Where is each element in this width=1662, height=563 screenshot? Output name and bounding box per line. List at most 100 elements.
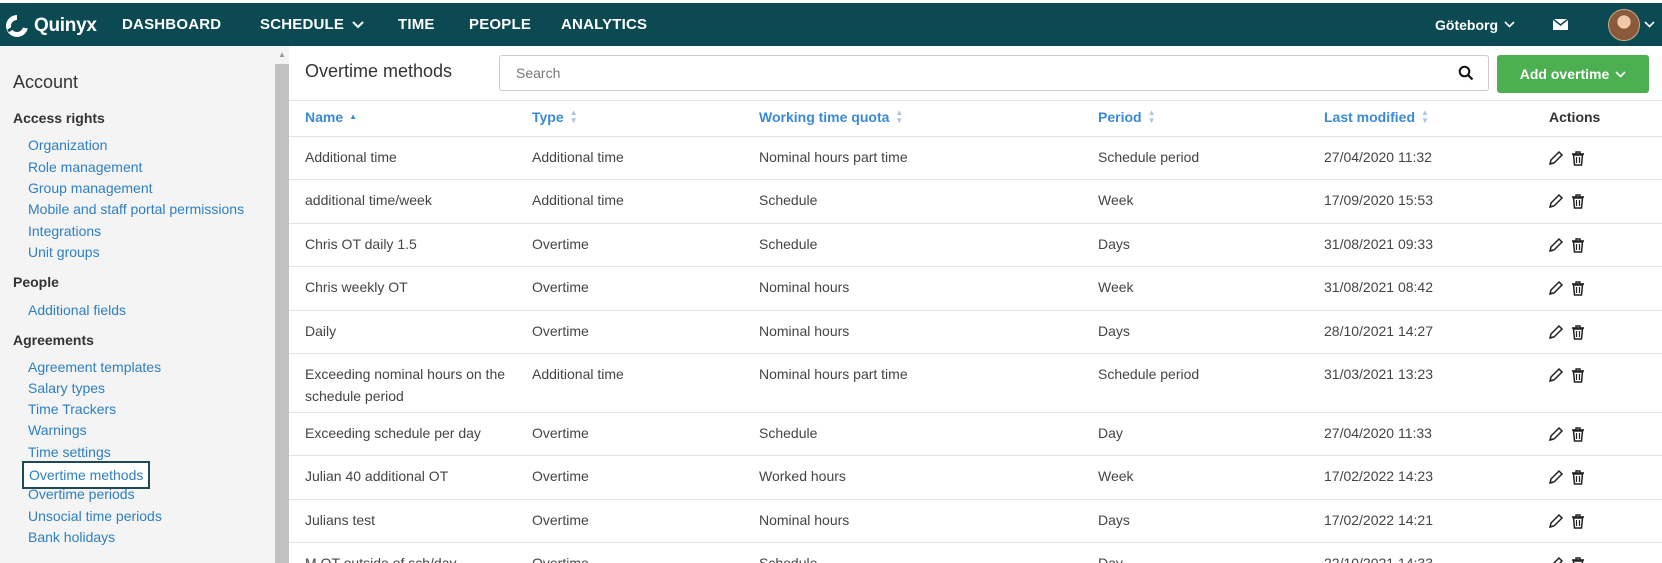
trash-icon[interactable] — [1570, 367, 1586, 383]
cell-working-time-quota: Nominal hours part time — [759, 149, 908, 165]
chevron-down-icon — [352, 20, 364, 28]
sidebar-item-time-trackers[interactable]: Time Trackers — [28, 401, 116, 417]
column-header-last-modified[interactable]: Last modified ▲ ▼ — [1324, 109, 1429, 126]
nav-time[interactable]: TIME — [398, 3, 435, 46]
table-row[interactable]: Additional time Additional time Nominal ho… — [289, 136, 1662, 179]
table-row[interactable]: Chris weekly OT Overtime Nominal hours Week… — [289, 266, 1662, 310]
edit-icon[interactable] — [1548, 367, 1564, 383]
trash-icon[interactable] — [1570, 150, 1586, 166]
nav-people[interactable]: PEOPLE — [469, 3, 531, 46]
trash-icon[interactable] — [1570, 556, 1586, 563]
chevron-down-icon — [1615, 70, 1626, 78]
messages-button[interactable] — [1553, 3, 1568, 46]
edit-icon[interactable] — [1548, 237, 1564, 253]
location-label: Göteborg — [1435, 16, 1498, 33]
table-row[interactable]: Exceeding nominal hours on the schedule … — [289, 353, 1662, 412]
search-icon[interactable] — [1458, 65, 1474, 81]
table-row[interactable]: Chris OT daily 1.5 Overtime Schedule Days 31… — [289, 223, 1662, 266]
cell-name: Additional time — [305, 149, 397, 165]
cell-period: Schedule period — [1098, 366, 1200, 382]
nav-schedule-label: SCHEDULE — [260, 16, 345, 33]
cell-period: Week — [1098, 192, 1134, 208]
trash-icon[interactable] — [1570, 469, 1586, 485]
add-overtime-button[interactable]: Add overtime — [1497, 55, 1649, 93]
cell-period: Days — [1098, 323, 1130, 339]
trash-icon[interactable] — [1570, 237, 1586, 253]
cell-working-time-quota: Schedule — [759, 236, 818, 252]
location-selector[interactable]: Göteborg — [1435, 3, 1515, 46]
sidebar-item-agreement-templates[interactable]: Agreement templates — [28, 359, 161, 375]
sidebar-item-warnings[interactable]: Warnings — [28, 422, 87, 438]
table-row[interactable]: M OT outside of sch/day Overtime Schedule D… — [289, 542, 1662, 563]
trash-icon[interactable] — [1570, 513, 1586, 529]
scrollbar-thumb[interactable] — [275, 64, 289, 563]
scroll-up-icon[interactable]: ▲ — [278, 50, 286, 59]
row-actions — [1548, 513, 1586, 529]
nav-dashboard[interactable]: DASHBOARD — [122, 3, 221, 46]
table-row[interactable]: Julian 40 additional OT Overtime Worked ho… — [289, 455, 1662, 499]
cell-period: Day — [1098, 425, 1123, 441]
sort-ascending-icon: ▲ — [349, 112, 358, 121]
nav-time-label: TIME — [398, 16, 435, 33]
edit-icon[interactable] — [1548, 280, 1564, 296]
sidebar-item-unsocial-time-periods[interactable]: Unsocial time periods — [28, 508, 162, 524]
sidebar-section-people: People — [13, 274, 59, 290]
edit-icon[interactable] — [1548, 193, 1564, 209]
cell-period: Days — [1098, 236, 1130, 252]
add-overtime-label: Add overtime — [1519, 66, 1610, 82]
cell-working-time-quota: Nominal hours — [759, 323, 850, 339]
edit-icon[interactable] — [1548, 324, 1564, 340]
trash-icon[interactable] — [1570, 280, 1586, 296]
sidebar-item-role-management[interactable]: Role management — [28, 159, 142, 175]
edit-icon[interactable] — [1548, 469, 1564, 485]
cell-name: Exceeding schedule per day — [305, 425, 481, 441]
nav-analytics[interactable]: ANALYTICS — [561, 3, 647, 46]
cell-working-time-quota: Schedule — [759, 192, 818, 208]
sidebar-item-additional-fields[interactable]: Additional fields — [28, 302, 126, 318]
column-header-type[interactable]: Type ▲ ▼ — [532, 109, 578, 126]
sidebar-scrollbar[interactable]: ▲ — [275, 46, 289, 563]
nav-schedule[interactable]: SCHEDULE — [260, 3, 364, 46]
quinyx-logo-icon — [6, 15, 29, 37]
table-row[interactable]: Daily Overtime Nominal hours Days 28/10/2021… — [289, 310, 1662, 353]
cell-working-time-quota: Schedule — [759, 555, 818, 563]
trash-icon[interactable] — [1570, 426, 1586, 442]
sidebar-item-salary-types[interactable]: Salary types — [28, 380, 105, 396]
cell-last-modified: 17/09/2020 15:53 — [1324, 192, 1433, 208]
quinyx-logo[interactable]: Quinyx — [4, 13, 97, 39]
envelope-icon — [1553, 19, 1568, 30]
edit-icon[interactable] — [1548, 513, 1564, 529]
column-header-working-time-quota[interactable]: Working time quota ▲ ▼ — [759, 108, 904, 126]
table-row[interactable]: Exceeding schedule per day Overtime Schedu… — [289, 412, 1662, 455]
user-menu[interactable] — [1608, 3, 1655, 46]
table-row[interactable]: additional time/week Additional time Sched… — [289, 179, 1662, 223]
sidebar-item-unit-groups[interactable]: Unit groups — [28, 244, 100, 260]
row-actions — [1548, 193, 1586, 209]
sidebar-item-overtime-periods[interactable]: Overtime periods — [28, 486, 135, 502]
sidebar-item-overtime-methods[interactable]: Overtime methods — [22, 461, 151, 489]
sidebar-item-bank-holidays[interactable]: Bank holidays — [28, 529, 115, 545]
column-header-name[interactable]: Name ▲ — [305, 109, 357, 125]
row-actions — [1548, 280, 1586, 296]
cell-period: Week — [1098, 279, 1134, 295]
column-header-period[interactable]: Period ▲ ▼ — [1098, 109, 1156, 126]
column-header-label: Actions — [1549, 109, 1601, 125]
sidebar-item-time-settings[interactable]: Time settings — [28, 444, 111, 460]
logo-text: Quinyx — [34, 15, 97, 36]
trash-icon[interactable] — [1570, 324, 1586, 340]
edit-icon[interactable] — [1548, 426, 1564, 442]
cell-period: Week — [1098, 468, 1134, 484]
sidebar-item-integrations[interactable]: Integrations — [28, 223, 101, 239]
column-header-label: Working time quota — [759, 109, 890, 125]
sort-icon: ▲ ▼ — [895, 108, 904, 125]
edit-icon[interactable] — [1548, 150, 1564, 166]
search-input[interactable] — [500, 56, 1440, 90]
edit-icon[interactable] — [1548, 556, 1564, 563]
sidebar-item-organization[interactable]: Organization — [28, 137, 107, 153]
search-box[interactable] — [499, 55, 1489, 91]
table-row[interactable]: Julians test Overtime Nominal hours Days 17/… — [289, 499, 1662, 542]
sidebar-item-group-management[interactable]: Group management — [28, 180, 153, 196]
sidebar-item-mobile-permissions[interactable]: Mobile and staff portal permissions — [28, 201, 244, 217]
row-actions — [1548, 556, 1586, 563]
trash-icon[interactable] — [1570, 193, 1586, 209]
